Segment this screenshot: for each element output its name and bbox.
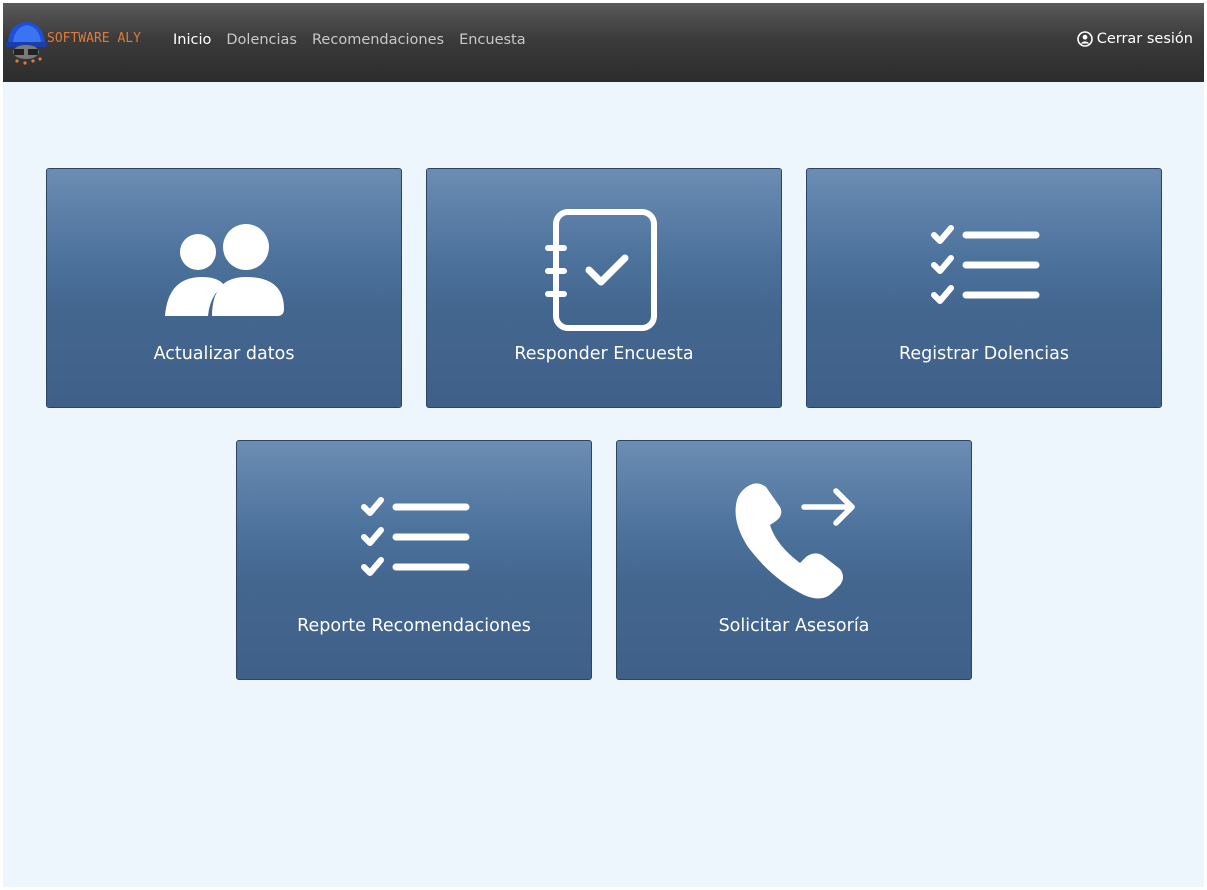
card-label: Reporte Recomendaciones	[297, 616, 531, 636]
card-registrar-dolencias[interactable]: Registrar Dolencias	[806, 168, 1162, 408]
helmet-logo-icon[interactable]	[5, 15, 47, 67]
phone-forward-icon	[735, 483, 855, 599]
navbar: SOFTWARE ALY Inicio Dolencias Recomendac…	[3, 3, 1204, 82]
card-label: Registrar Dolencias	[899, 344, 1069, 364]
card-solicitar-asesoria[interactable]: Solicitar Asesoría	[616, 440, 972, 680]
card-label: Responder Encuesta	[514, 344, 694, 364]
users-icon	[165, 224, 284, 316]
logout-label: Cerrar sesión	[1096, 31, 1193, 47]
card-actualizar-datos[interactable]: Actualizar datos	[46, 168, 402, 408]
card-label: Solicitar Asesoría	[718, 616, 870, 636]
nav-item-dolencias[interactable]: Dolencias	[226, 32, 297, 48]
nav-item-recomendaciones[interactable]: Recomendaciones	[312, 32, 444, 48]
page-frame: SOFTWARE ALY Inicio Dolencias Recomendac…	[3, 3, 1204, 887]
card-responder-encuesta[interactable]: Responder Encuesta	[426, 168, 782, 408]
checklist-icon	[361, 497, 470, 576]
nav-item-inicio[interactable]: Inicio	[173, 32, 211, 48]
user-circle-icon	[1076, 31, 1093, 47]
main-nav: Inicio Dolencias Recomendaciones Encuest…	[173, 32, 541, 48]
nav-item-encuesta[interactable]: Encuesta	[459, 32, 526, 48]
checklist-icon	[931, 225, 1040, 304]
logout-button[interactable]: Cerrar sesión	[1076, 31, 1193, 47]
brand-name[interactable]: SOFTWARE ALY	[47, 31, 141, 46]
notebook-check-icon	[545, 209, 657, 331]
card-reporte-recomendaciones[interactable]: Reporte Recomendaciones	[236, 440, 592, 680]
card-label: Actualizar datos	[153, 344, 295, 364]
